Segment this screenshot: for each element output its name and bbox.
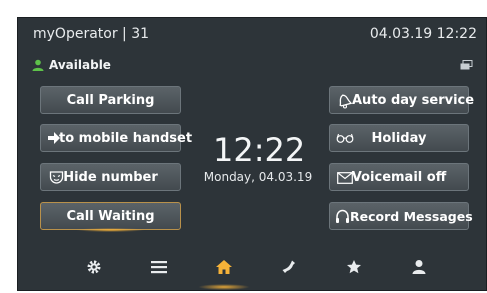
headset-icon (336, 209, 349, 223)
window-icon[interactable] (460, 60, 473, 71)
nav-home[interactable] (198, 256, 250, 290)
mask-icon (49, 171, 64, 184)
arrow-right-icon (48, 132, 60, 144)
holiday-button[interactable]: Holiday (329, 124, 469, 152)
menu-icon (151, 261, 167, 274)
status-label: Available (49, 58, 111, 72)
record-messages-label: Record Messages (350, 208, 473, 224)
clock-time: 12:22 (213, 131, 306, 169)
presence-status[interactable]: Available (32, 58, 111, 72)
voicemail-label: Voicemail off (351, 169, 447, 185)
phone-screen: myOperator | 31 04.03.19 12:22 Available… (17, 17, 487, 291)
to-mobile-handset-label: to mobile handset (59, 130, 193, 146)
contact-icon (412, 260, 426, 274)
home-icon (216, 260, 232, 274)
nav-favorites[interactable] (342, 256, 366, 278)
nav-contacts[interactable] (407, 256, 431, 278)
settings-icon (87, 260, 101, 274)
bottom-navigation (18, 246, 486, 290)
nav-phone[interactable] (277, 256, 301, 278)
hide-number-label: Hide number (63, 169, 158, 185)
phone-icon (282, 260, 295, 273)
sunglasses-icon (336, 133, 354, 143)
auto-day-service-button[interactable]: Auto day service (329, 86, 474, 114)
call-waiting-label: Call Waiting (66, 208, 155, 224)
hide-number-button[interactable]: Hide number (40, 163, 181, 191)
voicemail-button[interactable]: Voicemail off (329, 163, 469, 191)
call-parking-label: Call Parking (66, 92, 155, 108)
nav-settings[interactable] (82, 256, 106, 278)
call-parking-button[interactable]: Call Parking (40, 86, 181, 114)
auto-day-service-label: Auto day service (352, 92, 475, 108)
user-available-icon (32, 59, 44, 71)
device-title: myOperator | 31 (33, 26, 150, 42)
header-datetime: 04.03.19 12:22 (369, 26, 477, 42)
clock-date: Monday, 04.03.19 (203, 170, 313, 184)
record-messages-button[interactable]: Record Messages (329, 202, 473, 230)
star-icon (347, 260, 361, 274)
nav-menu[interactable] (147, 256, 171, 278)
holiday-label: Holiday (371, 130, 427, 146)
envelope-icon (337, 172, 353, 184)
bell-icon (339, 94, 352, 109)
to-mobile-handset-button[interactable]: to mobile handset (40, 124, 192, 152)
call-waiting-button[interactable]: Call Waiting (40, 202, 181, 232)
